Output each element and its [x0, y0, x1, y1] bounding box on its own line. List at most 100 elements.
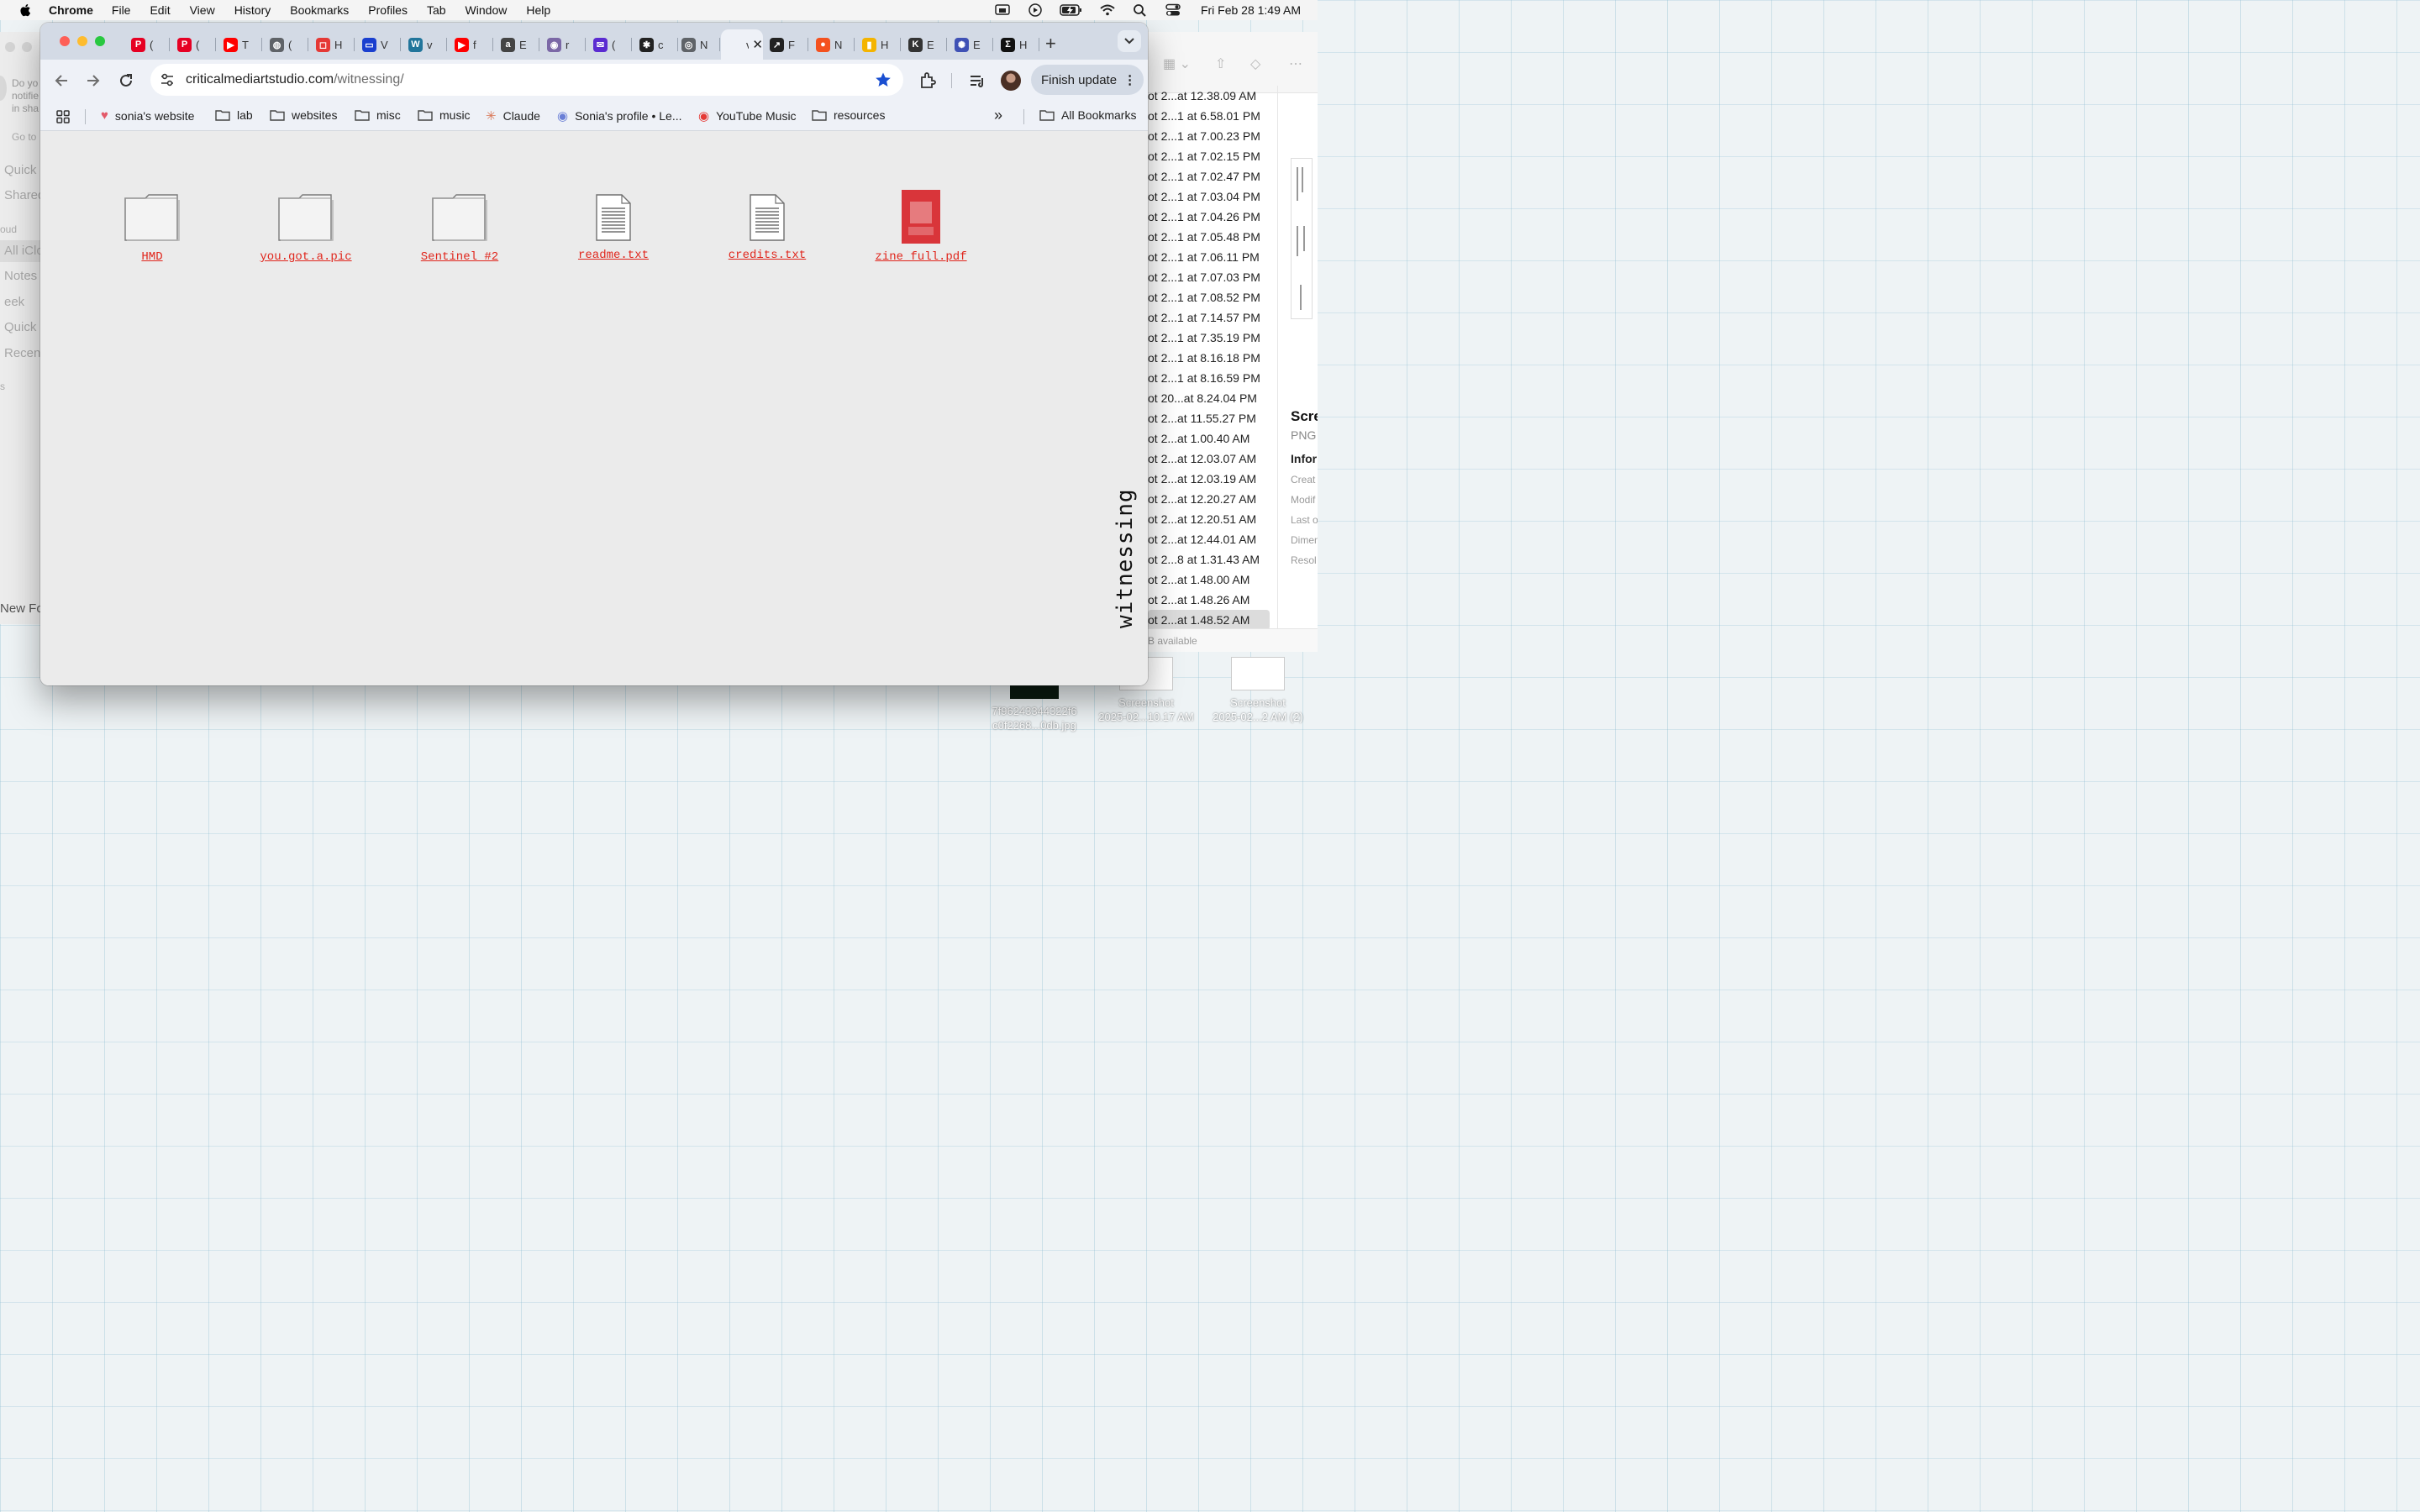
tab[interactable]: ✉(: [587, 29, 632, 60]
directory-pdf-file[interactable]: zine_full.pdf: [862, 190, 980, 264]
menu-tab[interactable]: Tab: [427, 3, 446, 17]
finder-file-row[interactable]: ot 2...at 12.20.27 AM: [1148, 489, 1274, 509]
tab[interactable]: Wv: [402, 29, 447, 60]
finish-update-button[interactable]: Finish update ⋮: [1031, 65, 1144, 95]
sidebar-item-quick[interactable]: Quick: [4, 320, 36, 334]
control-center-icon[interactable]: [1165, 3, 1181, 17]
menubar-clock[interactable]: Fri Feb 28 1:49 AM: [1201, 3, 1301, 17]
finder-file-row[interactable]: ot 2...1 at 7.08.52 PM: [1148, 287, 1274, 307]
forward-arrow-icon[interactable]: [84, 71, 103, 90]
file-link[interactable]: readme.txt: [555, 249, 672, 262]
bookmark-item[interactable]: resources: [812, 108, 885, 122]
menu-edit[interactable]: Edit: [150, 3, 170, 17]
apple-icon[interactable]: [18, 3, 34, 18]
finder-file-row[interactable]: ot 2...1 at 7.04.26 PM: [1148, 207, 1274, 227]
close-tab-icon[interactable]: ✕: [752, 37, 763, 52]
menu-file[interactable]: File: [112, 3, 131, 17]
finder-file-row[interactable]: ot 2...1 at 7.03.04 PM: [1148, 186, 1274, 207]
media-queue-icon[interactable]: [967, 71, 987, 91]
tab[interactable]: ◉ r: [540, 29, 586, 60]
finder-file-row[interactable]: ot 2...at 1.48.26 AM: [1148, 590, 1274, 610]
finder-file-row[interactable]: ot 2...1 at 8.16.18 PM: [1148, 348, 1274, 368]
minimize-window-button[interactable]: [77, 36, 87, 46]
wifi-icon[interactable]: [1099, 3, 1116, 17]
finder-file-row[interactable]: ot 2...at 12.03.07 AM: [1148, 449, 1274, 469]
finder-file-row[interactable]: ot 2...at 12.03.19 AM: [1148, 469, 1274, 489]
finder-file-row[interactable]: ot 2...8 at 1.31.43 AM: [1148, 549, 1274, 570]
directory-folder[interactable]: you.got.a.pic: [247, 190, 365, 264]
finder-file-row[interactable]: ot 2...at 1.48.00 AM: [1148, 570, 1274, 590]
tab[interactable]: ΣH: [994, 29, 1039, 60]
directory-folder[interactable]: Sentinel #2: [401, 190, 518, 264]
menu-window[interactable]: Window: [466, 3, 508, 17]
finder-file-row[interactable]: ot 2...1 at 7.05.48 PM: [1148, 227, 1274, 247]
address-bar[interactable]: criticalmediartstudio.com/witnessing/: [150, 64, 903, 96]
bookmark-star-icon[interactable]: [875, 71, 892, 88]
tab[interactable]: ▮ H: [855, 29, 901, 60]
zoom-window-button[interactable]: [95, 36, 105, 46]
tab[interactable]: ▶ f: [448, 29, 493, 60]
finder-file-row[interactable]: ot 2...1 at 7.02.15 PM: [1148, 146, 1274, 166]
desktop-file-jpg[interactable]: 7f96243344322f6 c0f2268...0db.jpg: [980, 680, 1089, 732]
menu-help[interactable]: Help: [526, 3, 550, 17]
menu-profiles[interactable]: Profiles: [368, 3, 408, 17]
tab[interactable]: aE: [494, 29, 539, 60]
directory-folder[interactable]: HMD: [93, 190, 211, 264]
bookmark-item[interactable]: lab: [215, 108, 253, 122]
finder-file-row[interactable]: ot 2...1 at 7.02.47 PM: [1148, 166, 1274, 186]
finder-file-row[interactable]: ot 2...at 12.20.51 AM: [1148, 509, 1274, 529]
tab[interactable]: ▶ T: [217, 29, 262, 60]
tab-search-button[interactable]: [1118, 30, 1141, 52]
directory-text-file[interactable]: credits.txt: [708, 190, 826, 262]
finder-file-row[interactable]: ot 2...at 1.48.52 AM: [1148, 610, 1270, 630]
site-info-icon[interactable]: [159, 71, 176, 88]
bookmark-item[interactable]: music: [418, 108, 471, 122]
finder-file-row[interactable]: ot 2...1 at 7.14.57 PM: [1148, 307, 1274, 328]
file-link[interactable]: you.got.a.pic: [247, 250, 365, 264]
reload-icon[interactable]: [117, 71, 135, 90]
tab[interactable]: P(: [171, 29, 216, 60]
tab[interactable]: KE: [902, 29, 947, 60]
sidebar-item-quick-access[interactable]: Quick: [4, 163, 36, 177]
file-link[interactable]: Sentinel #2: [401, 250, 518, 264]
search-icon[interactable]: [1132, 3, 1149, 17]
file-link[interactable]: HMD: [93, 250, 211, 264]
tab[interactable]: ✺ E: [948, 29, 993, 60]
finder-file-row[interactable]: ot 2...1 at 6.58.01 PM: [1148, 106, 1274, 126]
sidebar-item-shared[interactable]: Shared: [4, 188, 45, 202]
back-arrow-icon[interactable]: [52, 71, 71, 90]
file-link[interactable]: credits.txt: [708, 249, 826, 262]
battery-charging-icon[interactable]: [1060, 3, 1083, 17]
file-link[interactable]: zine_full.pdf: [862, 250, 980, 264]
sidebar-item-recents[interactable]: Recent: [4, 346, 45, 360]
menu-view[interactable]: View: [190, 3, 215, 17]
new-folder-button[interactable]: New Fol: [0, 601, 46, 616]
sidebar-item-all-icloud[interactable]: All iClo: [4, 244, 44, 258]
finder-file-row[interactable]: ot 2...1 at 7.06.11 PM: [1148, 247, 1274, 267]
tab[interactable]: ◎ N: [675, 29, 720, 60]
finder-file-row[interactable]: ot 2...at 11.55.27 PM: [1148, 408, 1274, 428]
finder-file-row[interactable]: ot 2...1 at 7.07.03 PM: [1148, 267, 1274, 287]
directory-text-file[interactable]: readme.txt: [555, 190, 672, 262]
new-tab-button[interactable]: +: [1045, 33, 1056, 55]
extensions-icon[interactable]: [918, 71, 938, 91]
tab[interactable]: ◻ H: [309, 29, 355, 60]
more-bookmarks-chevron-icon[interactable]: »: [994, 107, 1002, 124]
sidebar-item-week[interactable]: eek: [4, 295, 24, 309]
finder-file-row[interactable]: ot 2...1 at 7.00.23 PM: [1148, 126, 1274, 146]
menu-bookmarks[interactable]: Bookmarks: [290, 3, 349, 17]
bookmark-item[interactable]: ✳ Claude: [486, 108, 540, 123]
finder-file-row[interactable]: ot 20...at 8.24.04 PM: [1148, 388, 1274, 408]
bookmark-item[interactable]: websites: [270, 108, 337, 122]
finder-file-row[interactable]: ot 2...1 at 8.16.59 PM: [1148, 368, 1274, 388]
profile-avatar[interactable]: [1001, 71, 1021, 91]
screen-mirror-icon[interactable]: [994, 3, 1011, 17]
menu-app-chrome[interactable]: Chrome: [49, 3, 93, 17]
finder-file-row[interactable]: ot 2...1 at 7.35.19 PM: [1148, 328, 1274, 348]
menu-history[interactable]: History: [234, 3, 271, 17]
finder-file-row[interactable]: ot 2...at 1.00.40 AM: [1148, 428, 1274, 449]
share-icon[interactable]: ⇧: [1215, 55, 1226, 72]
tab[interactable]: ◍(: [263, 29, 308, 60]
more-icon[interactable]: ⋯: [1289, 55, 1302, 72]
tag-icon[interactable]: ◇: [1250, 55, 1260, 72]
